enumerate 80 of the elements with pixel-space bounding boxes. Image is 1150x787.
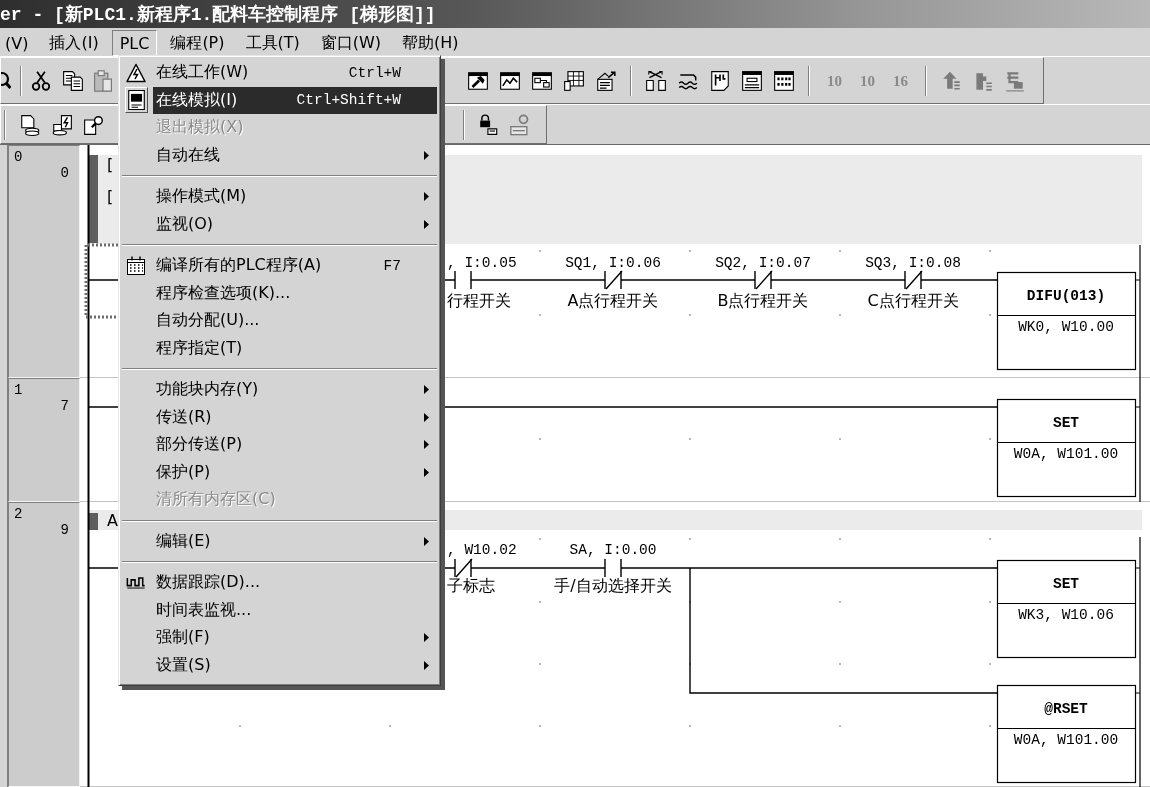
rung-comment: A: [107, 511, 118, 530]
list-window-icon[interactable]: [595, 69, 617, 92]
menu-item[interactable]: 设置(S): [153, 651, 437, 679]
scissors-icon[interactable]: [30, 69, 52, 92]
menu-item[interactable]: 操作模式(M): [153, 183, 437, 211]
instruction-mnemonic: DIFU(013): [1026, 288, 1106, 304]
contact-operand: , W10.02: [447, 542, 517, 558]
menu-item[interactable]: 编译所有的PLC程序(A) F7: [153, 252, 437, 280]
hammer-window-icon[interactable]: [467, 69, 489, 92]
instruction-mnemonic: SET: [1052, 576, 1080, 592]
page-stack-icon[interactable]: [19, 113, 41, 136]
menu-item[interactable]: 监视(O): [153, 210, 437, 238]
menu-bar-item[interactable]: 窗口(W): [312, 30, 390, 56]
instruction-operands: WK3, W10.06: [1018, 607, 1114, 623]
step-number: 7: [60, 398, 69, 414]
normally-closed-contact: [904, 270, 923, 290]
form-window-icon[interactable]: [741, 69, 763, 92]
instruction-mnemonic: @RSET: [1044, 701, 1088, 717]
step-number: 9: [60, 522, 69, 538]
menu-bar-item[interactable]: 编程(P): [162, 30, 233, 56]
contact-comment: C点行程开关: [867, 291, 959, 310]
menu-bar-item[interactable]: 工具(T): [237, 30, 308, 56]
menu-bar-item[interactable]: 插入(I): [41, 30, 107, 56]
menu-item[interactable]: 功能块内存(Y): [153, 376, 437, 404]
shortcut-label: Ctrl+W: [348, 64, 401, 81]
page-magnifier-icon[interactable]: [83, 113, 105, 136]
contact-operand: SQ2, I:0.07: [715, 255, 811, 271]
chart-window-icon[interactable]: [499, 69, 521, 92]
menu-bar-item[interactable]: (V): [0, 30, 37, 56]
menu-item[interactable]: 在线模拟(I) Ctrl+Shift+W: [153, 86, 437, 114]
menu-item[interactable]: 自动分配(U)...: [153, 307, 437, 335]
window-title: er - [新PLC1.新程序1.配料车控制程序 [梯形图]]: [0, 3, 436, 26]
contact-comment: 行程开关: [447, 291, 511, 310]
normally-closed-contact: [754, 270, 773, 290]
menu-item[interactable]: 程序检查选项(K)...: [153, 279, 437, 307]
contact-operand: SQ3, I:0.08: [865, 255, 961, 271]
menu-item[interactable]: 编辑(E): [153, 527, 437, 555]
menu-item[interactable]: 传送(R): [153, 403, 437, 431]
shortcut-label: F7: [383, 257, 401, 274]
shortcut-label: Ctrl+Shift+W: [296, 92, 401, 109]
pages-icon[interactable]: [62, 69, 84, 92]
menu-item[interactable]: 部分传送(P): [153, 431, 437, 459]
menu-item[interactable]: 数据跟踪(D)...: [153, 569, 437, 597]
table-window-icon[interactable]: [773, 69, 795, 92]
grid-window-icon[interactable]: [563, 69, 585, 92]
contact-comment: 子标志: [447, 576, 495, 595]
instruction-operands: WK0, W10.00: [1018, 319, 1114, 335]
contact-comment: A点行程开关: [567, 291, 659, 310]
menu-item[interactable]: 保护(P): [153, 458, 437, 486]
normally-closed-contact: [454, 558, 473, 578]
contact-operand: , I:0.05: [447, 255, 517, 271]
contact-operand: SQ1, I:0.06: [565, 255, 661, 271]
rung-number: 2: [14, 506, 23, 522]
instruction-operands: W0A, W101.00: [1013, 732, 1119, 748]
menu-item[interactable]: 强制(F): [153, 624, 437, 652]
contact-operand: SA, I:0.00: [569, 542, 657, 558]
bracket-page-icon[interactable]: [709, 69, 731, 92]
comment-marker: [88, 513, 98, 530]
contact-comment: 手/自动选择开关: [554, 576, 672, 595]
contact-comment: B点行程开关: [717, 291, 809, 310]
normally-closed-contact: [604, 270, 623, 290]
menu-bar-item[interactable]: 帮助(H): [394, 30, 467, 56]
normally-open-contact: [604, 558, 622, 578]
instruction-mnemonic: SET: [1052, 415, 1080, 431]
menu-item[interactable]: 在线工作(W) Ctrl+W: [153, 59, 437, 87]
rung-comment: [: [107, 155, 114, 174]
instruction-operands: W0A, W101.00: [1013, 446, 1119, 462]
swap-pages-icon[interactable]: [645, 69, 667, 92]
step-number: 0: [60, 165, 69, 181]
menu-item[interactable]: 程序指定(T): [153, 334, 437, 362]
normally-open-contact: [454, 270, 472, 290]
lock-device-icon[interactable]: [478, 113, 500, 136]
menu-item[interactable]: 时间表监视...: [153, 596, 437, 624]
magnifier-icon[interactable]: [1, 69, 11, 92]
rung-number: 1: [14, 382, 23, 398]
page-bolt-icon[interactable]: [51, 113, 73, 136]
rung-number: 0: [14, 149, 23, 165]
menu-item[interactable]: 自动在线: [153, 141, 437, 169]
diagram-window-icon[interactable]: [531, 69, 553, 92]
rung-comment: [: [107, 187, 114, 206]
